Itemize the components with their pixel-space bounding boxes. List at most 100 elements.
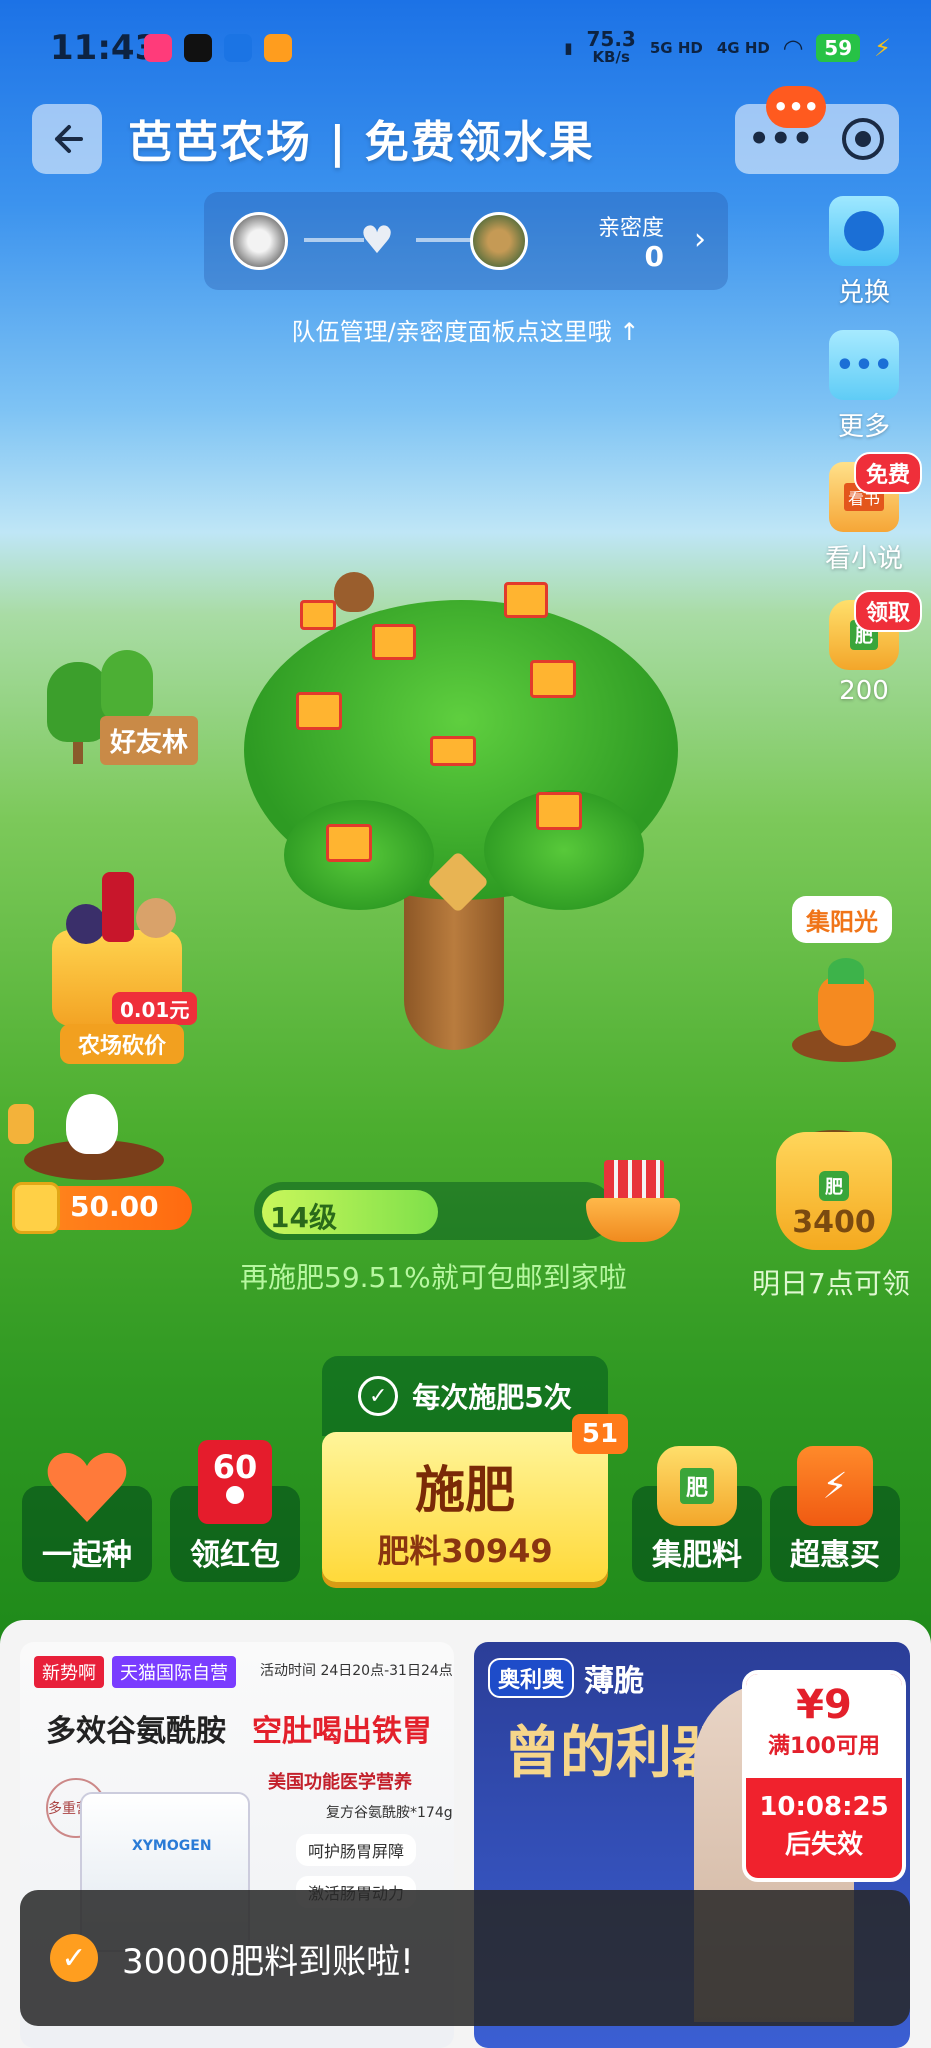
page-title: 芭芭农场 | 免费领水果 <box>128 117 595 168</box>
fertilize-label: 施肥 <box>415 1461 515 1519</box>
taobao-icon <box>264 34 292 62</box>
collect-fert-button[interactable]: 肥 集肥料 <box>632 1446 762 1582</box>
ad-sub: 美国功能医学营养 <box>268 1772 412 1793</box>
gift-box-icon[interactable] <box>536 792 582 830</box>
wechat-icon <box>224 34 252 62</box>
carrot-icon[interactable] <box>818 976 874 1046</box>
gift-box-icon[interactable] <box>372 624 416 660</box>
gift-box-icon[interactable] <box>296 692 342 730</box>
fertilize-button[interactable]: 施肥 肥料30949 <box>322 1432 608 1582</box>
carrot-leaves <box>828 958 864 984</box>
battery: 59 <box>816 34 861 62</box>
ad-headline-a: 多效谷氨酰胺 <box>46 1714 226 1749</box>
friend-forest-sign[interactable]: 好友林 <box>100 716 199 765</box>
each-time-label: 每次施肥5次 <box>412 1381 572 1414</box>
gift-box-icon[interactable] <box>530 660 576 698</box>
gift-box-icon[interactable] <box>504 582 548 618</box>
ad-tag-tmall: 天猫国际自营 <box>112 1656 236 1688</box>
ad-tag-new: 新势啊 <box>34 1656 104 1688</box>
chevron-right-icon: › <box>694 222 706 257</box>
gift-box-icon[interactable] <box>430 736 476 766</box>
charging-icon: ⚡ <box>874 34 891 62</box>
avatar-self <box>230 212 288 270</box>
bargain-label[interactable]: 农场砍价 <box>60 1024 184 1064</box>
ad-product: 复方谷氨酰胺*174g <box>326 1805 453 1821</box>
red-packet-icon: 60 <box>198 1440 272 1524</box>
link-line <box>416 238 476 242</box>
status-bar: 11:43 ▮ 75.3 KB/s 5G HD 4G HD ◠ 59 ⚡ <box>0 0 931 96</box>
ad-product: 薄脆 <box>584 1664 644 1699</box>
bag-tag: 肥 <box>819 1171 849 1201</box>
lantern-icon <box>8 1104 34 1144</box>
fert-bag-icon: 肥 <box>657 1446 737 1526</box>
level-label: 14级 <box>270 1201 337 1234</box>
fert-amount: 200 <box>839 676 889 706</box>
check-icon: ✓ <box>50 1934 98 1982</box>
coupon-expire: 后失效 <box>784 1830 863 1860</box>
status-time: 11:43 <box>50 28 159 68</box>
basket-icon <box>586 1198 680 1242</box>
coupon-amount: ¥9 <box>796 1682 852 1728</box>
signal-5g: 5G HD <box>649 39 703 57</box>
intimacy-value: 0 <box>644 240 664 273</box>
collect-fert-label: 集肥料 <box>652 1538 742 1573</box>
plant-together-label: 一起种 <box>42 1538 132 1573</box>
exchange-label: 兑换 <box>837 278 890 308</box>
red-packet-label: 领红包 <box>190 1538 280 1573</box>
intimacy-panel[interactable]: ♥ 亲密度 0 › <box>204 192 728 290</box>
novel-label: 看小说 <box>824 544 903 574</box>
ad-headline-b: 空肚喝出铁胃 <box>252 1714 432 1749</box>
bag-amount: 3400 <box>792 1205 876 1240</box>
coupon-card[interactable]: ¥9 满100可用 10:08:25 后失效 <box>742 1670 906 1882</box>
tiktok-icon <box>184 34 212 62</box>
progress-message: 再施肥59.51%就可包邮到家啦 <box>240 1261 627 1294</box>
fertilize-count-badge: 51 <box>572 1414 628 1454</box>
cola-icon <box>102 872 134 942</box>
signal-4g: 4G HD <box>716 39 770 57</box>
back-arrow-icon <box>55 125 83 153</box>
status-indicators: ▮ 75.3 KB/s 5G HD 4G HD ◠ 59 ⚡ <box>564 27 891 66</box>
net-speed: 75.3 <box>586 27 636 51</box>
bargain-price: 0.01元 <box>112 992 198 1025</box>
drink-cans-icon <box>604 1160 664 1202</box>
back-button[interactable] <box>32 104 102 174</box>
fert-bag[interactable]: 肥 3400 <box>776 1132 892 1250</box>
more-label: 更多 <box>837 412 890 442</box>
close-target-icon[interactable] <box>840 116 886 162</box>
toast: ✓ 30000肥料到账啦! <box>20 1890 910 2026</box>
rabbit-icon[interactable] <box>66 1094 118 1154</box>
net-unit: KB/s <box>592 48 630 66</box>
toast-text: 30000肥料到账啦! <box>122 1941 414 1982</box>
squirrel-icon <box>334 572 374 612</box>
avatar-partner <box>470 212 528 270</box>
super-buy-label: 超惠买 <box>790 1538 880 1573</box>
coin-pill[interactable]: 50.00 <box>12 1182 192 1234</box>
snack-icon <box>136 898 176 938</box>
gift-box-icon[interactable] <box>326 824 372 862</box>
gift-box-icon[interactable] <box>300 600 336 630</box>
ad-benefit-1: 呵护肠胃屏障 <box>296 1834 417 1866</box>
coin-card-icon <box>12 1182 60 1234</box>
check-icon: ✓ <box>358 1376 399 1416</box>
exchange-icon <box>829 196 899 266</box>
coupon-countdown: 10:08:25 <box>759 1792 889 1822</box>
fruit-tree[interactable] <box>244 560 678 1060</box>
more-icon: ••• <box>829 330 899 400</box>
ad-time: 活动时间 24日20点-31日24点 <box>260 1663 453 1679</box>
reward-basket[interactable] <box>586 1160 680 1244</box>
bag-note: 明日7点可领 <box>752 1267 910 1300</box>
super-buy-button[interactable]: ⚡ 超惠买 <box>770 1446 900 1582</box>
plant-together-button[interactable]: 一起种 <box>22 1452 152 1582</box>
ad-brand: 奥利奥 <box>488 1658 575 1698</box>
app-notification-icon <box>144 34 172 62</box>
red-packet-button[interactable]: 60 领红包 <box>170 1440 300 1582</box>
vibrate-icon: ▮ <box>564 39 573 57</box>
more-button[interactable]: ••• 更多 <box>816 330 912 443</box>
exchange-button[interactable]: 兑换 <box>816 196 912 309</box>
each-time-toggle[interactable]: ✓ 每次施肥5次 <box>322 1356 608 1436</box>
sunlight-bubble[interactable]: 集阳光 <box>792 896 892 943</box>
heart-icon <box>45 1446 129 1526</box>
claim-tag: 领取 <box>854 590 923 632</box>
free-tag: 免费 <box>854 452 923 494</box>
notification-badge: ••• <box>766 86 826 128</box>
